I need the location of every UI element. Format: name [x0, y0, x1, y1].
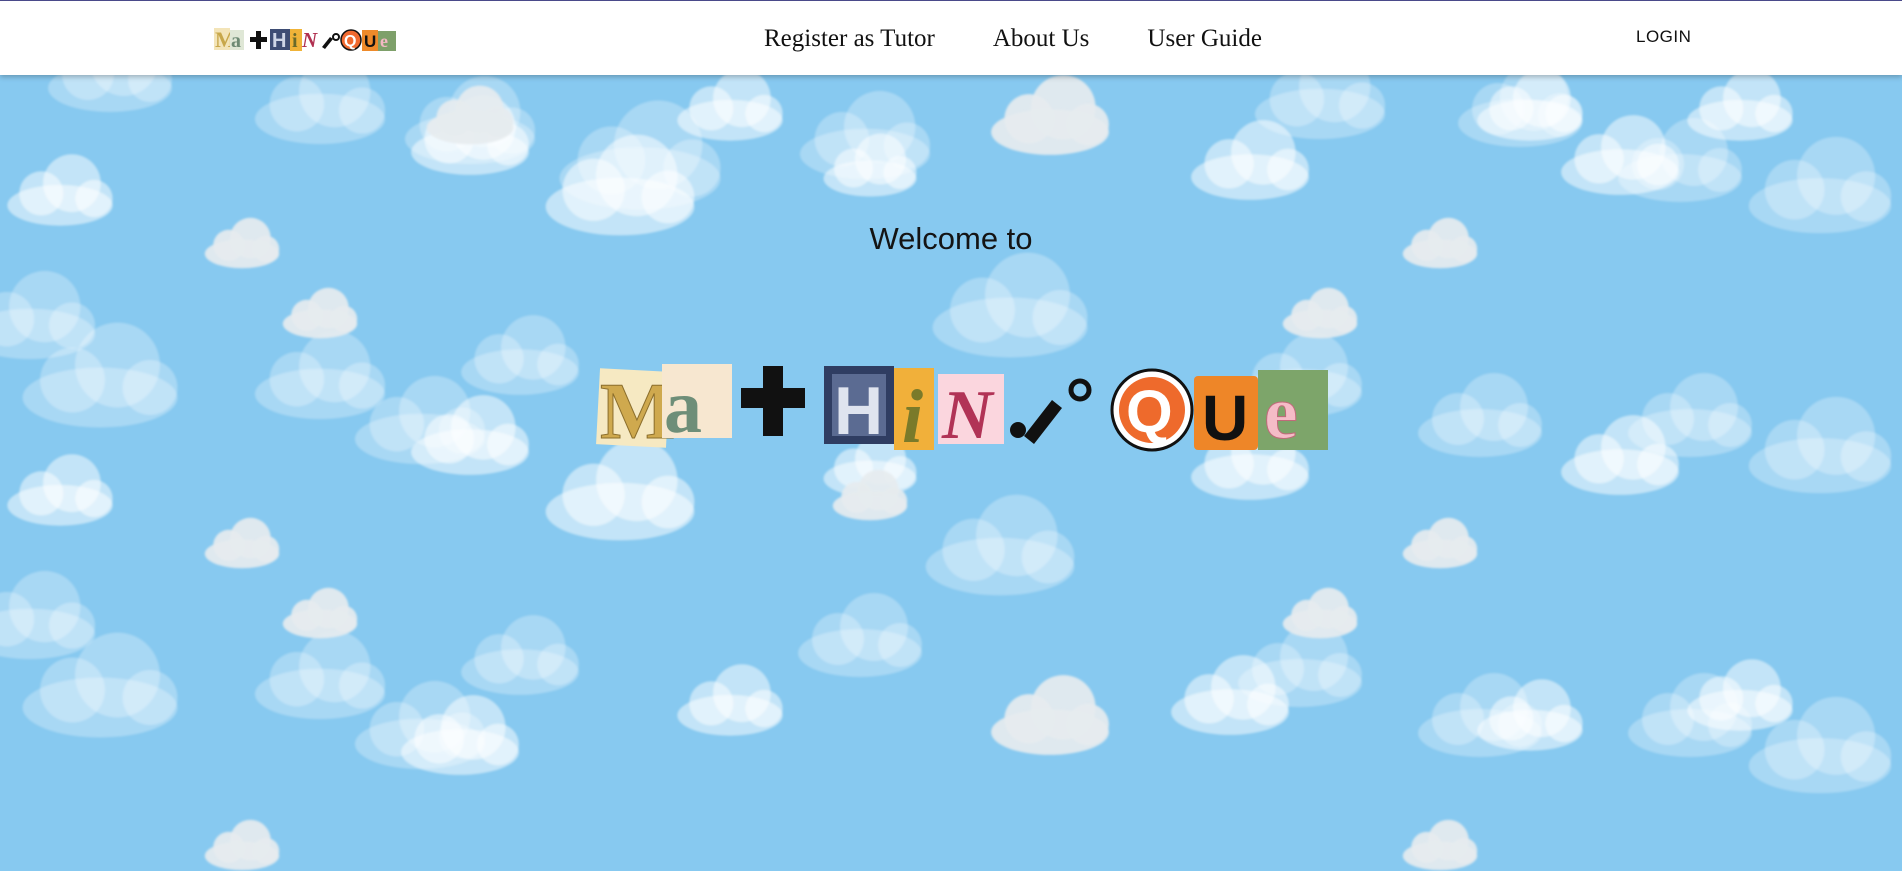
cloud-pattern	[0, 75, 1892, 871]
nav-about-us[interactable]: About Us	[993, 25, 1090, 53]
svg-text:e: e	[1264, 371, 1298, 455]
login-link[interactable]: LOGIN	[1636, 27, 1691, 47]
sky-background	[0, 75, 1902, 871]
hero-brand-logo: M a H i N Q U e	[596, 358, 1334, 459]
nav-register-as-tutor[interactable]: Register as Tutor	[764, 25, 935, 53]
svg-text:a: a	[231, 30, 241, 52]
svg-text:H: H	[834, 373, 883, 449]
svg-text:e: e	[380, 31, 388, 51]
svg-text:i: i	[292, 30, 298, 52]
svg-text:a: a	[664, 365, 702, 449]
svg-text:U: U	[364, 32, 376, 51]
svg-text:H: H	[272, 30, 286, 52]
svg-text:N: N	[301, 28, 318, 52]
svg-text:N: N	[941, 377, 995, 454]
top-navbar: M a H i N Q U e Register as Tutor About …	[0, 0, 1902, 75]
svg-text:U: U	[1202, 382, 1248, 454]
main-nav: Register as Tutor About Us User Guide	[764, 23, 1262, 55]
brand-logo[interactable]: M a H i N Q U e	[214, 25, 398, 53]
svg-text:Q: Q	[1126, 378, 1173, 445]
welcome-heading: Welcome to	[869, 221, 1033, 256]
svg-text:i: i	[902, 375, 923, 458]
svg-text:Q: Q	[344, 33, 356, 50]
nav-user-guide[interactable]: User Guide	[1147, 25, 1262, 53]
